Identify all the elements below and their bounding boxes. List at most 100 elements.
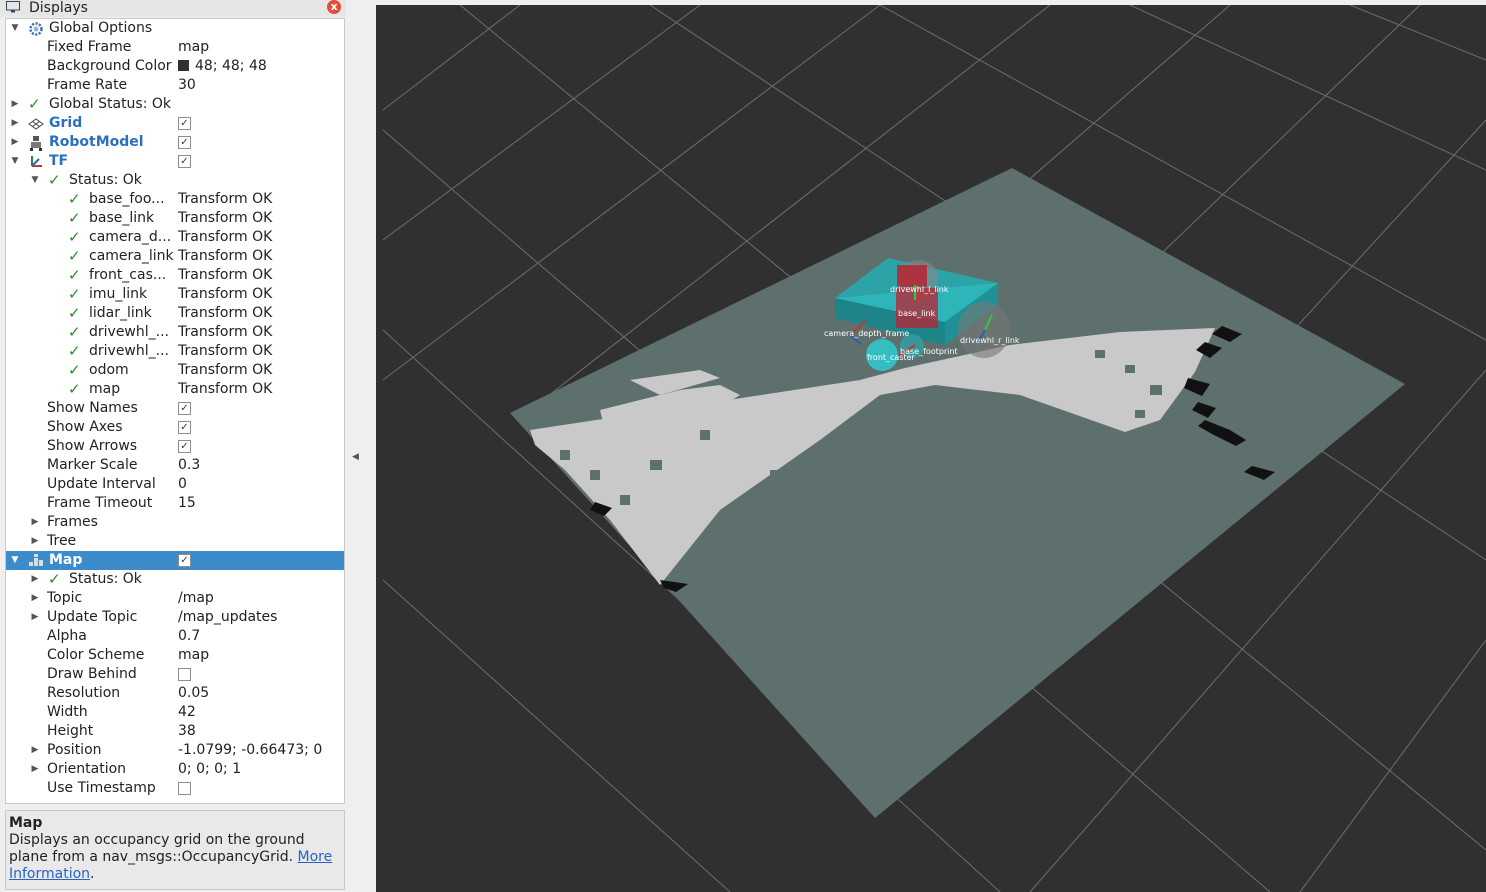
color-value[interactable]: 48; 48; 48 xyxy=(178,57,267,76)
prop-height[interactable]: Height 38 xyxy=(6,722,344,741)
tf-frame-row[interactable]: ✓ lidar_link Transform OK xyxy=(6,304,344,323)
collapsed-arrow-icon[interactable]: ▶ xyxy=(30,741,40,760)
prop-background-color[interactable]: Background Color 48; 48; 48 xyxy=(6,57,344,76)
prop-resolution[interactable]: Resolution 0.05 xyxy=(6,684,344,703)
collapsed-arrow-icon[interactable]: ▶ xyxy=(30,570,40,589)
prop-width[interactable]: Width 42 xyxy=(6,703,344,722)
collapsed-arrow-icon[interactable]: ▶ xyxy=(30,589,40,608)
tree-item-frames[interactable]: ▶ Frames xyxy=(6,513,344,532)
tf-frame-status: Transform OK xyxy=(178,362,273,378)
prop-alpha[interactable]: Alpha 0.7 xyxy=(6,627,344,646)
prop-frame-rate[interactable]: Frame Rate 30 xyxy=(6,76,344,95)
more-info-link[interactable]: More xyxy=(298,849,333,865)
collapsed-arrow-icon[interactable]: ▶ xyxy=(30,608,40,627)
prop-value[interactable]: 15 xyxy=(178,494,196,513)
tree-label: Global Options xyxy=(49,20,153,36)
tf-frame-row[interactable]: ✓ base_foo... Transform OK xyxy=(6,190,344,209)
lidar-link xyxy=(897,265,927,287)
show-axes-checkbox[interactable]: ✓ xyxy=(178,421,191,434)
prop-value[interactable]: 30 xyxy=(178,76,196,95)
tf-frame-row[interactable]: ✓ drivewhl_... Transform OK xyxy=(6,342,344,361)
check-icon: ✓ xyxy=(68,285,81,303)
prop-fixed-frame[interactable]: Fixed Frame map xyxy=(6,38,344,57)
prop-value[interactable]: /map_updates xyxy=(178,608,277,627)
more-info-link-cont[interactable]: Information xyxy=(9,866,90,882)
tree-item-tf[interactable]: ▼ TF ✓ xyxy=(6,152,344,171)
expand-arrow-icon[interactable]: ▼ xyxy=(30,171,40,190)
tf-frame-name: drivewhl_... xyxy=(89,343,169,359)
map-icon xyxy=(29,554,43,566)
panel-resize-handle[interactable] xyxy=(0,804,346,808)
prop-topic[interactable]: ▶ Topic /map xyxy=(6,589,344,608)
grid-enabled-checkbox[interactable]: ✓ xyxy=(178,117,191,130)
monitor-icon xyxy=(6,1,20,13)
tf-frame-status: Transform OK xyxy=(178,343,273,359)
prop-marker-scale[interactable]: Marker Scale 0.3 xyxy=(6,456,344,475)
expand-arrow-icon[interactable]: ▼ xyxy=(10,19,20,38)
tree-item-tree[interactable]: ▶ Tree xyxy=(6,532,344,551)
prop-value[interactable]: map xyxy=(178,646,209,665)
tf-frame-row[interactable]: ✓ map Transform OK xyxy=(6,380,344,399)
show-names-checkbox[interactable]: ✓ xyxy=(178,402,191,415)
robotmodel-enabled-checkbox[interactable]: ✓ xyxy=(178,136,191,149)
prop-value[interactable]: 42 xyxy=(178,703,196,722)
prop-show-arrows[interactable]: Show Arrows ✓ xyxy=(6,437,344,456)
tree-item-global-status[interactable]: ▶ ✓ Global Status: Ok xyxy=(6,95,344,114)
tf-frame-row[interactable]: ✓ odom Transform OK xyxy=(6,361,344,380)
tree-item-map[interactable]: ▼ Map ✓ xyxy=(6,551,344,570)
prop-draw-behind[interactable]: Draw Behind xyxy=(6,665,344,684)
tf-frame-row[interactable]: ✓ drivewhl_... Transform OK xyxy=(6,323,344,342)
expand-arrow-icon[interactable]: ▼ xyxy=(10,551,20,570)
map-enabled-checkbox[interactable]: ✓ xyxy=(178,554,191,567)
tf-frame-row[interactable]: ✓ base_link Transform OK xyxy=(6,209,344,228)
collapsed-arrow-icon[interactable]: ▶ xyxy=(10,133,20,152)
collapsed-arrow-icon[interactable]: ▶ xyxy=(10,114,20,133)
collapse-arrow-icon[interactable]: ◀ xyxy=(352,452,362,464)
tree-label: Status: Ok xyxy=(69,571,142,587)
prop-value[interactable]: 0 xyxy=(178,475,187,494)
expand-arrow-icon[interactable]: ▼ xyxy=(10,152,20,171)
prop-use-timestamp[interactable]: Use Timestamp xyxy=(6,779,344,798)
tree-item-grid[interactable]: ▶ Grid ✓ xyxy=(6,114,344,133)
tf-frame-row[interactable]: ✓ imu_link Transform OK xyxy=(6,285,344,304)
help-title: Map xyxy=(9,815,43,831)
show-arrows-checkbox[interactable]: ✓ xyxy=(178,440,191,453)
prop-orientation[interactable]: ▶ Orientation 0; 0; 0; 1 xyxy=(6,760,344,779)
prop-update-topic[interactable]: ▶ Update Topic /map_updates xyxy=(6,608,344,627)
prop-value[interactable]: -1.0799; -0.66473; 0 xyxy=(178,741,322,760)
prop-value[interactable]: 0.7 xyxy=(178,627,200,646)
tf-frame-row[interactable]: ✓ camera_link Transform OK xyxy=(6,247,344,266)
prop-frame-timeout[interactable]: Frame Timeout 15 xyxy=(6,494,344,513)
check-icon: ✓ xyxy=(68,228,81,246)
prop-value[interactable]: /map xyxy=(178,589,214,608)
tree-item-global-options[interactable]: ▼ Global Options xyxy=(6,19,344,38)
prop-value[interactable]: 0.3 xyxy=(178,456,200,475)
prop-value[interactable]: map xyxy=(178,38,209,57)
collapsed-arrow-icon[interactable]: ▶ xyxy=(30,760,40,779)
collapsed-arrow-icon[interactable]: ▶ xyxy=(30,513,40,532)
tf-frame-row[interactable]: ✓ front_cas... Transform OK xyxy=(6,266,344,285)
use-timestamp-checkbox[interactable] xyxy=(178,782,191,795)
scene-3d[interactable] xyxy=(376,5,1486,892)
prop-value[interactable]: 0.05 xyxy=(178,684,209,703)
tree-item-map-status[interactable]: ▶ ✓ Status: Ok xyxy=(6,570,344,589)
render-3d-view[interactable]: drivewhl_l_link drivewhl_r_link camera_d… xyxy=(376,5,1486,892)
prop-color-scheme[interactable]: Color Scheme map xyxy=(6,646,344,665)
collapsed-arrow-icon[interactable]: ▶ xyxy=(30,532,40,551)
tf-enabled-checkbox[interactable]: ✓ xyxy=(178,155,191,168)
prop-value[interactable]: 0; 0; 0; 1 xyxy=(178,760,241,779)
prop-show-names[interactable]: Show Names ✓ xyxy=(6,399,344,418)
tree-item-tf-status[interactable]: ▼ ✓ Status: Ok xyxy=(6,171,344,190)
prop-value[interactable]: 38 xyxy=(178,722,196,741)
prop-show-axes[interactable]: Show Axes ✓ xyxy=(6,418,344,437)
tf-frame-status: Transform OK xyxy=(178,210,273,226)
collapsed-arrow-icon[interactable]: ▶ xyxy=(10,95,20,114)
tf-frame-row[interactable]: ✓ camera_d... Transform OK xyxy=(6,228,344,247)
tree-label: TF xyxy=(49,153,69,169)
prop-position[interactable]: ▶ Position -1.0799; -0.66473; 0 xyxy=(6,741,344,760)
displays-tree[interactable]: ▼ Global Options Fixed Frame map Backgro… xyxy=(5,18,345,804)
tree-item-robotmodel[interactable]: ▶ RobotModel ✓ xyxy=(6,133,344,152)
close-icon[interactable]: x xyxy=(327,0,341,14)
draw-behind-checkbox[interactable] xyxy=(178,668,191,681)
prop-update-interval[interactable]: Update Interval 0 xyxy=(6,475,344,494)
